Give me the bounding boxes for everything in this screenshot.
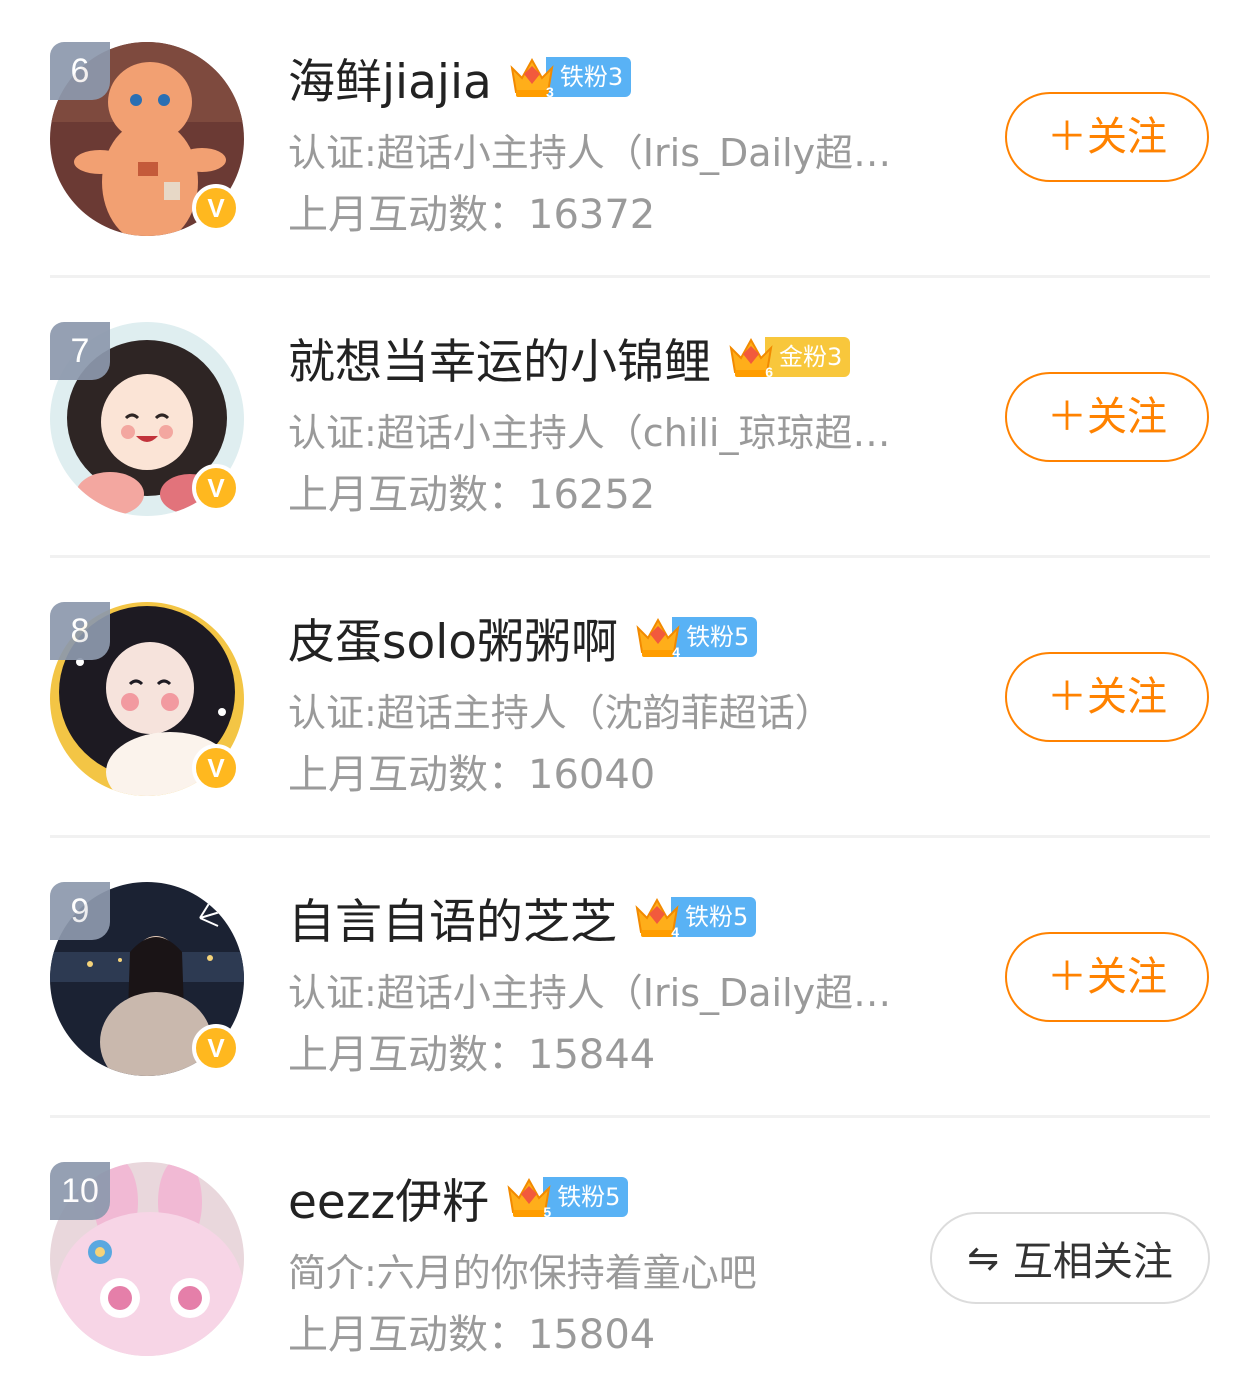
- user-description: 简介:六月的你保持着童心吧: [288, 1251, 757, 1295]
- verified-icon: V: [192, 1024, 240, 1072]
- fan-label: 铁粉5: [671, 897, 757, 937]
- fan-label: 铁粉3: [545, 57, 632, 97]
- fan-label: 金粉3: [765, 337, 851, 377]
- fan-badge: 5 铁粉5: [505, 1174, 629, 1220]
- divider: [50, 1115, 1210, 1118]
- user-description: 认证:超话小主持人（Iris_Daily超…: [288, 971, 892, 1015]
- interaction-count: 上月互动数：15844: [288, 1032, 656, 1078]
- rank-badge: 7: [50, 322, 110, 380]
- follow-button[interactable]: ＋关注: [1005, 932, 1209, 1022]
- mutual-follow-icon: ⇋: [967, 1236, 999, 1280]
- user-name[interactable]: eezz伊籽: [288, 1163, 489, 1232]
- divider: [50, 555, 1210, 558]
- user-description: 认证:超话小主持人（Iris_Daily超…: [288, 131, 892, 175]
- list-item[interactable]: 6 V 海鲜jiajia 3 铁粉3 认证:超话小主持人（Iris_Daily超…: [0, 0, 1260, 280]
- interaction-count: 上月互动数：16252: [288, 472, 656, 518]
- divider: [50, 275, 1210, 278]
- fan-label: 铁粉5: [672, 617, 758, 657]
- fan-label: 铁粉5: [543, 1177, 629, 1217]
- follow-button[interactable]: ＋关注: [1005, 92, 1209, 182]
- crown-icon: 4: [633, 894, 681, 940]
- divider: [50, 835, 1210, 838]
- follow-button[interactable]: ＋关注: [1005, 372, 1209, 462]
- mutual-follow-label: 互相关注: [1012, 1239, 1173, 1285]
- rank-badge: 6: [50, 42, 110, 100]
- user-name[interactable]: 海鲜jiajia: [288, 43, 492, 112]
- interaction-count: 上月互动数：15804: [288, 1312, 656, 1358]
- fan-badge: 3 铁粉3: [508, 54, 632, 100]
- fan-badge: 4 铁粉5: [633, 894, 757, 940]
- fan-badge: 6 金粉3: [727, 334, 851, 380]
- list-item[interactable]: 8 V 皮蛋solo粥粥啊 4 铁粉5 认证:超话主持人（沈韵菲超话） 上月互动…: [0, 560, 1260, 840]
- crown-icon: 3: [508, 54, 556, 100]
- rank-badge: 9: [50, 882, 110, 940]
- interaction-count: 上月互动数：16040: [288, 752, 656, 798]
- crown-icon: 4: [634, 614, 682, 660]
- user-description: 认证:超话主持人（沈韵菲超话）: [288, 691, 833, 735]
- crown-icon: 5: [505, 1174, 553, 1220]
- user-description: 认证:超话小主持人（chili_琼琼超…: [288, 411, 891, 455]
- crown-icon: 6: [727, 334, 775, 380]
- user-name[interactable]: 皮蛋solo粥粥啊: [288, 603, 618, 672]
- list-item[interactable]: 9 V 自言自语的芝芝 4 铁粉5 认证:超话小主持人（Iris_Daily超……: [0, 840, 1260, 1120]
- user-name[interactable]: 就想当幸运的小锦鲤: [288, 323, 711, 392]
- follow-button[interactable]: ＋关注: [1005, 652, 1209, 742]
- fan-badge: 4 铁粉5: [634, 614, 758, 660]
- verified-icon: V: [192, 184, 240, 232]
- rank-badge: 10: [50, 1162, 110, 1220]
- interaction-count: 上月互动数：16372: [288, 192, 656, 238]
- mutual-follow-button[interactable]: ⇋ 互相关注: [930, 1212, 1210, 1304]
- verified-icon: V: [192, 464, 240, 512]
- user-name[interactable]: 自言自语的芝芝: [288, 883, 617, 952]
- list-item[interactable]: 7 V 就想当幸运的小锦鲤 6 金粉3 认证:超话小主持人（chili_琼琼超……: [0, 280, 1260, 560]
- rank-badge: 8: [50, 602, 110, 660]
- verified-icon: V: [192, 744, 240, 792]
